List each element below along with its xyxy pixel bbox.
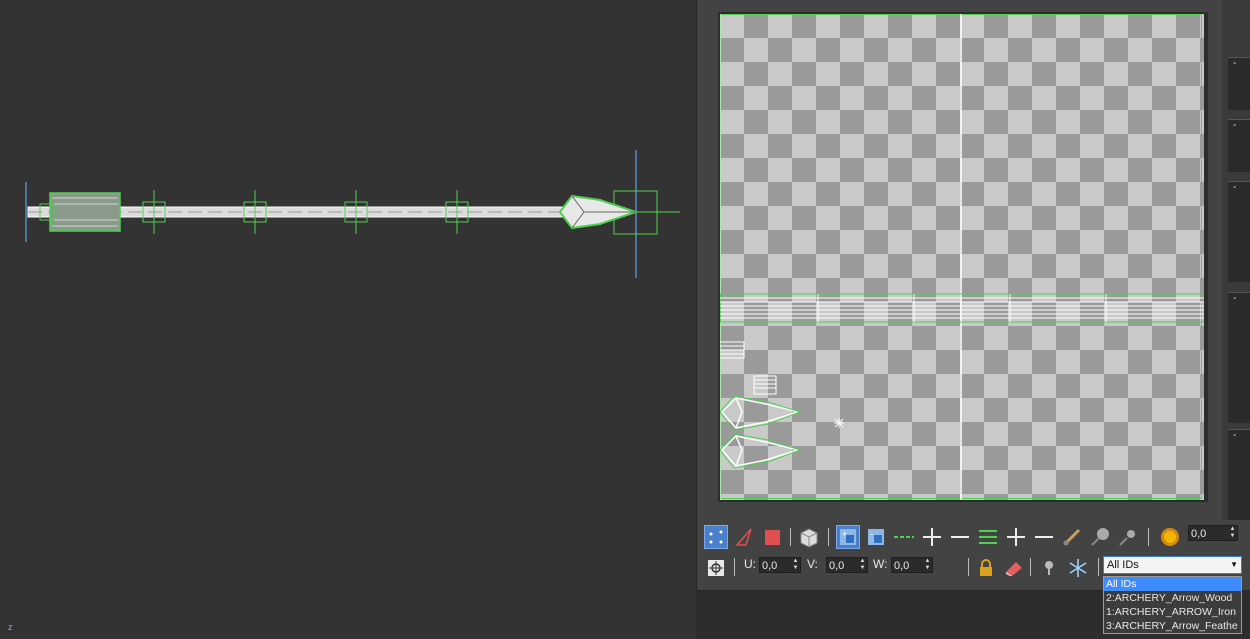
- plus-icon: [923, 528, 941, 546]
- svg-text:+: +: [842, 529, 847, 539]
- uv-toolbar-selection: + - 0,0 ▲ ▼: [702, 522, 1250, 552]
- edge-mode-button[interactable]: [732, 525, 756, 549]
- eraser-icon: [1006, 562, 1022, 576]
- material-id-options-list: All IDs 2:ARCHERY_Arrow_Wood 1:ARCHERY_A…: [1103, 576, 1242, 634]
- minus-icon: [1035, 536, 1053, 538]
- rollout-panel[interactable]: [1228, 181, 1250, 282]
- hide-button[interactable]: [1002, 556, 1026, 580]
- bulb-icon: [1045, 561, 1053, 575]
- vertex-mode-button[interactable]: [704, 525, 728, 549]
- rollout-panel[interactable]: [1228, 429, 1250, 520]
- arrow-model-wireframe: [25, 150, 680, 278]
- brush-plus-icon: [1091, 528, 1109, 546]
- w-value: 0,0: [894, 560, 910, 572]
- loop-shrink-button[interactable]: [948, 525, 972, 549]
- ring-shrink-button[interactable]: [1032, 525, 1056, 549]
- spinner-arrows-icon[interactable]: ▲ ▼: [923, 558, 932, 572]
- collapse-rollout-button[interactable]: -: [1233, 293, 1236, 304]
- plus-icon: [1007, 528, 1025, 546]
- ring-grow-button[interactable]: [1004, 525, 1028, 549]
- collapse-rollout-button[interactable]: -: [1233, 182, 1236, 193]
- svg-text:-: -: [870, 529, 873, 539]
- crosshair-icon: [708, 560, 724, 576]
- edge-icon: [735, 528, 752, 546]
- dropdown-option[interactable]: 2:ARCHERY_Arrow_Wood: [1104, 591, 1241, 605]
- minus-icon: [951, 536, 969, 538]
- grow-selection-button[interactable]: +: [836, 525, 860, 549]
- show-button[interactable]: [1038, 556, 1062, 580]
- u-value: 0,0: [762, 560, 778, 572]
- soft-selection-icon: [1161, 528, 1179, 546]
- soft-selection-button[interactable]: [1158, 525, 1182, 549]
- falloff-value: 0,0: [1191, 528, 1207, 540]
- paint-select-button[interactable]: [1060, 525, 1084, 549]
- lock-selection-button[interactable]: [974, 556, 998, 580]
- paint-brush-icon: [1063, 528, 1081, 546]
- vertex-icon: [709, 530, 723, 544]
- u-label: U:: [744, 557, 756, 571]
- element-mode-button[interactable]: [796, 525, 820, 549]
- 3d-viewport[interactable]: z: [0, 0, 696, 639]
- v-input[interactable]: 0,0 ▲ ▼: [826, 557, 868, 573]
- rollout-panel[interactable]: [1228, 119, 1250, 172]
- dropdown-option[interactable]: 1:ARCHERY_ARROW_Iron: [1104, 605, 1241, 619]
- dropdown-option[interactable]: 3:ARCHERY_Arrow_Feathe: [1104, 619, 1241, 633]
- loop-grow-button[interactable]: [920, 525, 944, 549]
- v-label: V:: [807, 557, 818, 571]
- spinner-arrows-icon[interactable]: ▲ ▼: [1228, 526, 1237, 540]
- brush-minus-icon: [1119, 530, 1135, 546]
- dropdown-selected-value: All IDs: [1107, 559, 1139, 571]
- axis-label: z: [8, 622, 13, 632]
- spinner-arrows-icon[interactable]: ▲ ▼: [791, 558, 800, 572]
- paint-shrink-button[interactable]: [1116, 525, 1140, 549]
- snowflake-icon: [1069, 559, 1087, 577]
- freeze-button[interactable]: [1066, 556, 1090, 580]
- uv-layout-wireframe: [720, 14, 1204, 500]
- rollout-panel[interactable]: [1228, 57, 1250, 110]
- v-value: 0,0: [829, 560, 845, 572]
- face-mode-button[interactable]: [760, 525, 784, 549]
- ring-icon: [979, 530, 997, 544]
- collapse-rollout-button[interactable]: -: [1233, 58, 1236, 69]
- w-label: W:: [873, 557, 888, 571]
- dropdown-option[interactable]: All IDs: [1104, 577, 1241, 591]
- loop-icon: [894, 536, 914, 538]
- lock-icon: [980, 559, 992, 576]
- falloff-input[interactable]: 0,0 ▲ ▼: [1188, 525, 1238, 541]
- uv-canvas[interactable]: [720, 14, 1204, 500]
- shrink-selection-button[interactable]: -: [864, 525, 888, 549]
- spinner-arrows-icon[interactable]: ▲ ▼: [858, 558, 867, 572]
- face-icon: [765, 530, 780, 545]
- cube-icon: [800, 528, 818, 548]
- collapse-rollout-button[interactable]: -: [1233, 430, 1236, 441]
- grow-selection-icon: +: [840, 529, 856, 545]
- loop-select-button[interactable]: [892, 525, 916, 549]
- rollout-panel[interactable]: [1228, 292, 1250, 423]
- paint-grow-button[interactable]: [1088, 525, 1112, 549]
- material-id-dropdown[interactable]: All IDs ▼: [1103, 556, 1242, 574]
- w-input[interactable]: 0,0 ▲ ▼: [891, 557, 933, 573]
- u-input[interactable]: 0,0 ▲ ▼: [759, 557, 801, 573]
- ring-select-button[interactable]: [976, 525, 1000, 549]
- transform-center-button[interactable]: [704, 556, 728, 580]
- collapse-rollout-button[interactable]: -: [1233, 120, 1236, 131]
- shrink-selection-icon: -: [868, 529, 884, 545]
- chevron-down-icon: ▼: [1230, 560, 1238, 569]
